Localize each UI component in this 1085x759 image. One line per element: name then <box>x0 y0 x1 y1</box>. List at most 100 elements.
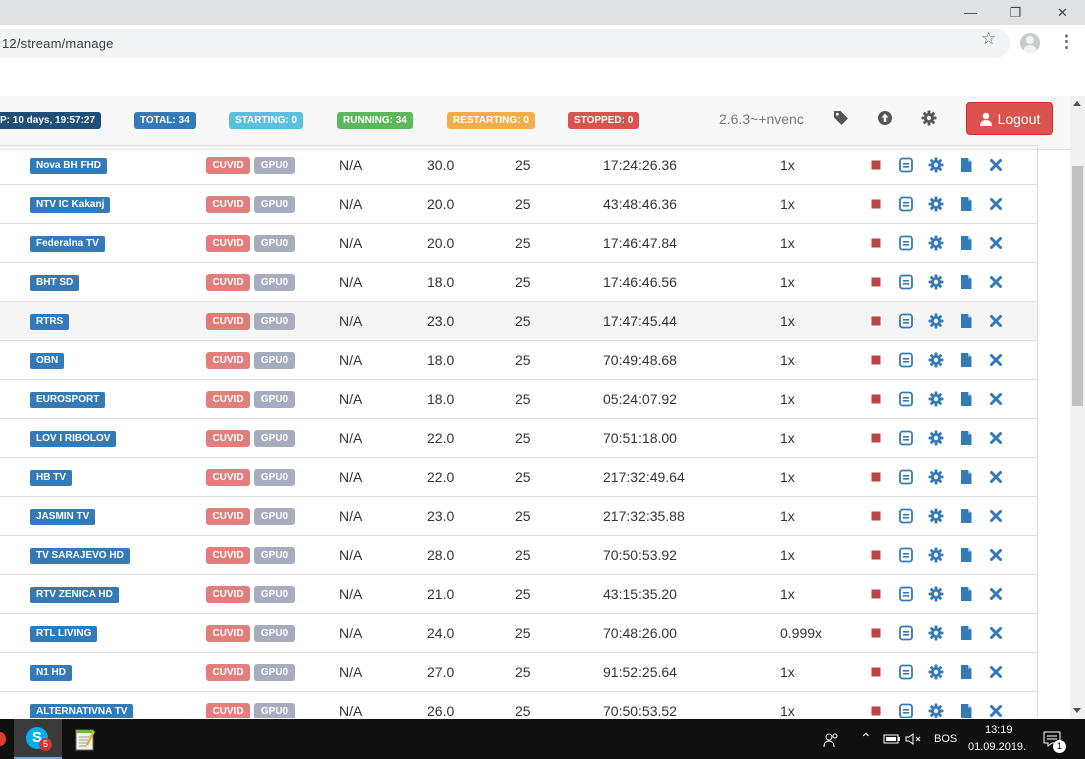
stop-icon[interactable] <box>868 664 884 680</box>
delete-icon[interactable] <box>988 196 1004 212</box>
delete-icon[interactable] <box>988 664 1004 680</box>
stream-name-badge[interactable]: TV SARAJEVO HD <box>30 548 130 564</box>
log-icon[interactable] <box>898 235 914 251</box>
stop-icon[interactable] <box>868 625 884 641</box>
settings-icon[interactable] <box>928 391 944 407</box>
settings-icon[interactable] <box>928 196 944 212</box>
settings-icon[interactable] <box>928 313 944 329</box>
battery-icon[interactable] <box>883 733 901 745</box>
log-icon[interactable] <box>898 469 914 485</box>
close-window-button[interactable]: ✕ <box>1040 0 1085 25</box>
document-icon[interactable] <box>958 274 974 290</box>
stream-name-badge[interactable]: NTV IC Kakanj <box>30 197 111 213</box>
stop-icon[interactable] <box>868 391 884 407</box>
scroll-up-arrow-icon[interactable] <box>1073 101 1081 106</box>
document-icon[interactable] <box>958 664 974 680</box>
settings-icon[interactable] <box>928 430 944 446</box>
document-icon[interactable] <box>958 352 974 368</box>
settings-icon[interactable] <box>928 547 944 563</box>
settings-icon[interactable] <box>928 274 944 290</box>
delete-icon[interactable] <box>988 430 1004 446</box>
skype-taskbar-button[interactable]: S 5 <box>14 719 62 759</box>
delete-icon[interactable] <box>988 235 1004 251</box>
log-icon[interactable] <box>898 625 914 641</box>
stop-icon[interactable] <box>868 703 884 718</box>
delete-icon[interactable] <box>988 352 1004 368</box>
restore-button[interactable]: ❐ <box>993 0 1038 25</box>
document-icon[interactable] <box>958 703 974 718</box>
log-icon[interactable] <box>898 664 914 680</box>
taskbar-app-partial[interactable] <box>0 719 6 759</box>
delete-icon[interactable] <box>988 274 1004 290</box>
stream-name-badge[interactable]: EUROSPORT <box>30 392 106 408</box>
document-icon[interactable] <box>958 508 974 524</box>
stop-icon[interactable] <box>868 469 884 485</box>
stream-name-badge[interactable]: RTL LIVING <box>30 626 98 642</box>
bookmark-star-icon[interactable]: ☆ <box>981 29 996 49</box>
settings-icon[interactable] <box>928 235 944 251</box>
log-icon[interactable] <box>898 391 914 407</box>
settings-icon[interactable] <box>928 352 944 368</box>
document-icon[interactable] <box>958 547 974 563</box>
address-bar[interactable]: 12/stream/manage <box>0 29 1010 58</box>
log-icon[interactable] <box>898 196 914 212</box>
document-icon[interactable] <box>958 235 974 251</box>
delete-icon[interactable] <box>988 469 1004 485</box>
stream-name-badge[interactable]: OBN <box>30 353 65 369</box>
stream-name-badge[interactable]: N1 HD <box>30 665 73 681</box>
settings-icon[interactable] <box>928 508 944 524</box>
stop-icon[interactable] <box>868 547 884 563</box>
stream-name-badge[interactable]: Federalna TV <box>30 236 105 252</box>
stop-icon[interactable] <box>868 157 884 173</box>
settings-icon[interactable] <box>928 469 944 485</box>
stream-name-badge[interactable]: BHT SD <box>30 275 80 291</box>
stream-name-badge[interactable]: RTRS <box>30 314 70 330</box>
delete-icon[interactable] <box>988 586 1004 602</box>
logout-button[interactable]: Logout <box>966 102 1053 135</box>
document-icon[interactable] <box>958 430 974 446</box>
scroll-down-arrow-icon[interactable] <box>1073 708 1081 713</box>
log-icon[interactable] <box>898 430 914 446</box>
stop-icon[interactable] <box>868 313 884 329</box>
log-icon[interactable] <box>898 547 914 563</box>
scrollbar-thumb[interactable] <box>1072 166 1083 406</box>
stop-icon[interactable] <box>868 274 884 290</box>
log-icon[interactable] <box>898 703 914 718</box>
log-icon[interactable] <box>898 274 914 290</box>
document-icon[interactable] <box>958 196 974 212</box>
document-icon[interactable] <box>958 313 974 329</box>
clock-time[interactable]: 13:19 <box>985 724 1013 736</box>
stream-name-badge[interactable]: ALTERNATIVNA TV <box>30 704 134 718</box>
stream-name-badge[interactable]: JASMIN TV <box>30 509 96 525</box>
log-icon[interactable] <box>898 157 914 173</box>
tag-icon[interactable] <box>833 110 849 126</box>
upload-icon[interactable] <box>877 110 893 126</box>
delete-icon[interactable] <box>988 391 1004 407</box>
stop-icon[interactable] <box>868 235 884 251</box>
delete-icon[interactable] <box>988 547 1004 563</box>
log-icon[interactable] <box>898 586 914 602</box>
stream-name-badge[interactable]: LOV I RIBOLOV <box>30 431 117 447</box>
clock-date[interactable]: 01.09.2019. <box>968 741 1026 753</box>
page-scrollbar[interactable] <box>1070 96 1085 719</box>
log-icon[interactable] <box>898 352 914 368</box>
document-icon[interactable] <box>958 586 974 602</box>
stop-icon[interactable] <box>868 508 884 524</box>
delete-icon[interactable] <box>988 508 1004 524</box>
document-icon[interactable] <box>958 157 974 173</box>
language-indicator[interactable]: BOS <box>934 733 957 745</box>
stop-icon[interactable] <box>868 586 884 602</box>
notepad-taskbar-button[interactable] <box>62 719 110 759</box>
delete-icon[interactable] <box>988 625 1004 641</box>
log-icon[interactable] <box>898 313 914 329</box>
show-hidden-icons-chevron-icon[interactable]: ⌃ <box>860 730 872 747</box>
people-icon[interactable] <box>823 732 839 748</box>
speaker-muted-icon[interactable] <box>905 733 921 745</box>
delete-icon[interactable] <box>988 703 1004 718</box>
stream-name-badge[interactable]: HB TV <box>30 470 72 486</box>
stop-icon[interactable] <box>868 196 884 212</box>
stop-icon[interactable] <box>868 352 884 368</box>
log-icon[interactable] <box>898 508 914 524</box>
document-icon[interactable] <box>958 625 974 641</box>
stop-icon[interactable] <box>868 430 884 446</box>
